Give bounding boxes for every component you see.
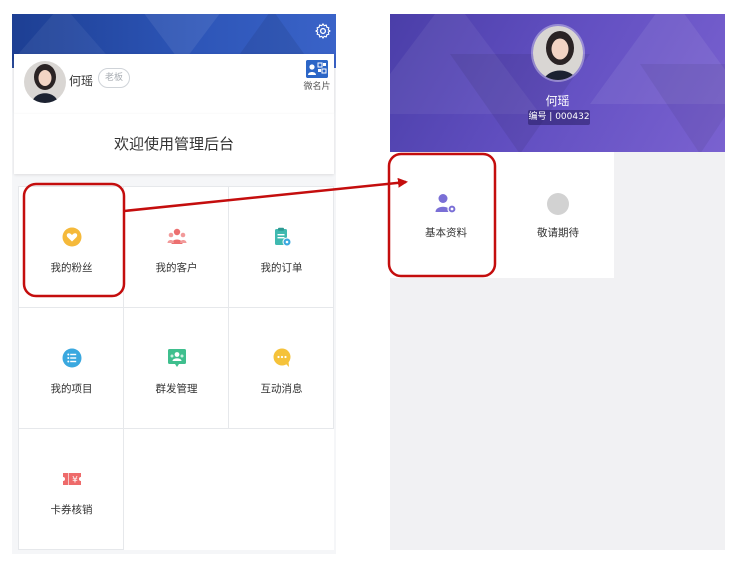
chat-bubble-icon: [273, 348, 291, 367]
tile-basic-profile[interactable]: 基本资料: [390, 152, 502, 278]
menu-item-label: 我的订单: [260, 262, 303, 274]
right-screen: 何瑶 编号 | 000432 基本资料 敬请期待: [390, 14, 725, 550]
tile-label: 敬请期待: [537, 227, 579, 239]
left-screen: 何瑶 老板 微名片 欢迎使用管理后台 我的粉丝 我的客户 我的订单 我的项目 群…: [12, 14, 336, 554]
menu-item-group-message[interactable]: 群发管理: [124, 308, 229, 429]
heart-icon: [62, 227, 82, 247]
menu-item-orders[interactable]: 我的订单: [229, 187, 334, 308]
project-list-icon: [62, 348, 82, 368]
profile-settings-icon: [435, 194, 457, 214]
stage: 何瑶 老板 微名片 欢迎使用管理后台 我的粉丝 我的客户 我的订单 我的项目 群…: [0, 0, 740, 564]
avatar-large[interactable]: [531, 24, 585, 82]
menu-item-coupon-verify[interactable]: ¥ 卡券核销: [19, 429, 124, 550]
menu-item-customers[interactable]: 我的客户: [124, 187, 229, 308]
placeholder-circle-icon: [547, 193, 569, 215]
vcard-button[interactable]: 微名片: [302, 60, 332, 92]
settings-gear-icon[interactable]: [314, 22, 332, 40]
user-name: 何瑶: [69, 74, 94, 88]
tile-coming-soon[interactable]: 敬请期待: [502, 152, 614, 278]
empty-area: [124, 429, 334, 550]
role-badge: 老板: [98, 68, 130, 88]
vcard-label: 微名片: [303, 82, 331, 92]
coupon-icon: ¥: [63, 473, 81, 486]
menu-item-label: 互动消息: [260, 383, 303, 395]
right-header-banner: 何瑶 编号 | 000432: [390, 14, 725, 152]
user-name: 何瑶: [545, 94, 570, 108]
member-id-badge: 编号 | 000432: [528, 110, 590, 125]
menu-item-label: 我的项目: [50, 383, 93, 395]
menu-item-label: 我的客户: [155, 262, 198, 274]
svg-text:¥: ¥: [72, 476, 78, 486]
menu-item-label: 我的粉丝: [50, 262, 93, 274]
tile-label: 基本资料: [425, 227, 467, 239]
vcard-icon: [306, 60, 328, 78]
menu-item-label: 卡券核销: [50, 504, 93, 516]
menu-item-label: 群发管理: [155, 383, 198, 395]
group-message-icon: [168, 349, 186, 367]
customers-icon: [167, 228, 187, 244]
menu-grid: 我的粉丝 我的客户 我的订单 我的项目 群发管理 互动消息 ¥ 卡券核销: [18, 186, 334, 550]
welcome-message: 欢迎使用管理后台: [14, 114, 334, 174]
avatar[interactable]: [24, 61, 66, 103]
order-clipboard-icon: [275, 227, 292, 247]
profile-card: 何瑶 老板 微名片: [14, 54, 334, 114]
menu-item-projects[interactable]: 我的项目: [19, 308, 124, 429]
menu-item-interactive-messages[interactable]: 互动消息: [229, 308, 334, 429]
menu-item-fans[interactable]: 我的粉丝: [19, 187, 124, 308]
